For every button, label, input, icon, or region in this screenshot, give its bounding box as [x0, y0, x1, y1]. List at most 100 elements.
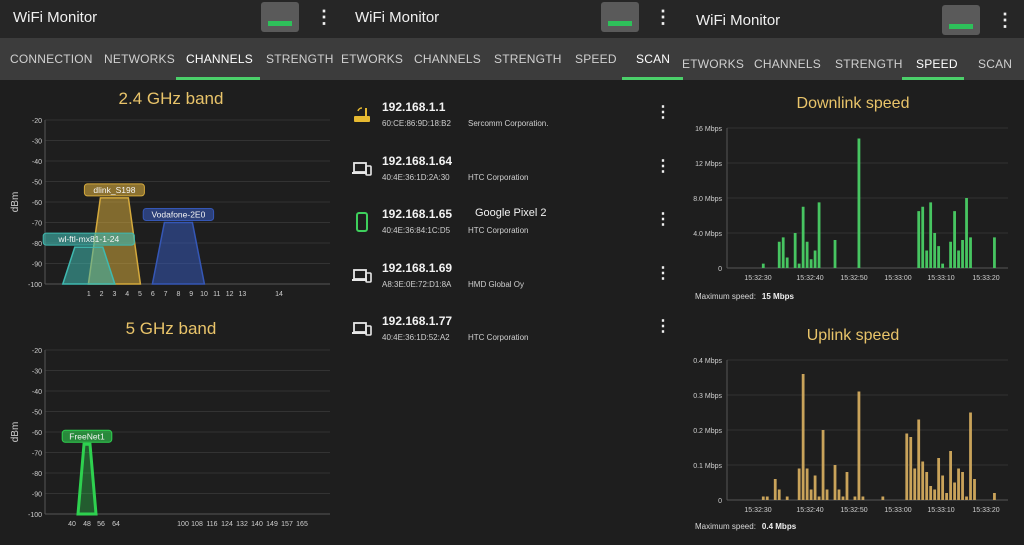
- speed-bar: [797, 468, 801, 500]
- speed-bar: [781, 237, 785, 268]
- device-vendor: HTC Corporation: [468, 172, 529, 182]
- overflow-menu-icon[interactable]: ⋮: [996, 9, 1014, 31]
- device-mac: A8:3E:0E:72:D1:8A: [382, 279, 452, 289]
- row-menu-icon[interactable]: ⋮: [655, 316, 671, 336]
- b5-xtick: 56: [97, 521, 105, 528]
- tab-channels[interactable]: CHANNELS: [754, 57, 821, 71]
- speed-bar: [953, 482, 956, 500]
- network-label: wl-ftl-mx81-1-24: [57, 234, 119, 244]
- scan-screen: WiFi Monitor ⋮ ETWORKS CHANNELS STRENGTH…: [342, 0, 683, 545]
- speed-bar: [969, 412, 972, 500]
- speed-bar: [957, 250, 960, 268]
- signal-indicator-button[interactable]: [261, 2, 299, 32]
- speed-bar: [965, 496, 968, 500]
- speed-xtick: 15:32:30: [744, 275, 771, 282]
- row-menu-icon[interactable]: ⋮: [655, 209, 671, 229]
- device-row[interactable]: 192.168.1.1 60:CE:86:9D:18:B2 Sercomm Corp…: [342, 100, 683, 152]
- device-ip: 192.168.1.65: [382, 207, 453, 221]
- speed-xtick: 15:33:20: [972, 275, 999, 282]
- speed-bar: [937, 458, 941, 500]
- speed-ytick: 0.4 Mbps: [693, 358, 722, 365]
- tab-networks[interactable]: ETWORKS: [683, 57, 744, 71]
- speed-ytick: 0.2 Mbps: [693, 428, 722, 435]
- tab-speed[interactable]: SPEED: [575, 52, 617, 66]
- network-label: FreeNet1: [69, 431, 105, 441]
- b24-ytick: -90: [32, 262, 42, 269]
- b5-ytick: -40: [32, 389, 42, 396]
- tab-channels[interactable]: CHANNELS: [186, 52, 253, 66]
- tab-strength[interactable]: STRENGTH: [494, 52, 562, 66]
- b5-xtick: 149: [266, 521, 278, 528]
- speed-bar: [933, 233, 937, 268]
- device-row[interactable]: 192.168.1.65 Google Pixel 2 40:4E:36:84:1C…: [342, 207, 683, 259]
- speed-bar: [817, 202, 821, 268]
- speed-bar: [961, 472, 964, 500]
- app-bar: WiFi Monitor ⋮: [342, 0, 683, 38]
- speed-bar: [809, 259, 813, 268]
- b24-xtick: 14: [275, 291, 283, 298]
- speed-bar: [917, 211, 921, 268]
- speed-bar: [785, 496, 789, 500]
- tab-scan[interactable]: SCAN: [636, 52, 670, 66]
- signal-indicator-button[interactable]: [601, 2, 639, 32]
- speed-bar: [949, 241, 952, 268]
- b24-xtick: 3: [112, 291, 116, 298]
- tab-connection[interactable]: CONNECTION: [10, 52, 93, 66]
- b5-ytick: -30: [32, 369, 42, 376]
- speed-bar: [921, 461, 925, 500]
- speed-xtick: 15:32:50: [840, 275, 867, 282]
- active-tab-indicator: [622, 77, 683, 80]
- speed-bar: [945, 493, 949, 500]
- device-ip: 192.168.1.77: [382, 314, 453, 328]
- device-row[interactable]: 192.168.1.77 40:4E:36:1D:52:A2 HTC Corpora…: [342, 314, 683, 366]
- speed-bar: [969, 237, 972, 268]
- devices-icon: [352, 159, 372, 179]
- speed-bar: [853, 496, 857, 500]
- uplink-max-speed: Maximum speed: 0.4 Mbps: [695, 522, 797, 531]
- speed-bar: [953, 211, 956, 268]
- speed-bar: [809, 489, 813, 500]
- b24-band-title: 2.4 GHz band: [119, 89, 224, 108]
- speed-xtick: 15:33:10: [927, 507, 954, 514]
- tab-strength[interactable]: STRENGTH: [266, 52, 334, 66]
- speed-bar: [805, 241, 809, 268]
- speed-bar: [761, 263, 765, 268]
- b5-ylabel: dBm: [10, 422, 21, 443]
- speed-bar: [917, 419, 921, 500]
- b5-xtick: 108: [191, 521, 203, 528]
- tab-channels[interactable]: CHANNELS: [414, 52, 481, 66]
- tab-scan[interactable]: SCAN: [978, 57, 1012, 71]
- speed-charts: Downlink speed 16 Mbps 12 Mbps 8.0 Mbps 4.0 …: [693, 95, 1008, 514]
- b24-ytick: -20: [32, 118, 42, 125]
- b24-xtick: 11: [213, 291, 220, 298]
- device-vendor: HTC Corporation: [468, 226, 529, 235]
- speed-bar: [801, 374, 805, 500]
- b5-xtick: 140: [251, 521, 263, 528]
- tab-strength[interactable]: STRENGTH: [835, 57, 903, 71]
- row-menu-icon[interactable]: ⋮: [655, 263, 671, 283]
- row-menu-icon[interactable]: ⋮: [655, 102, 671, 122]
- b24-xtick: 6: [151, 291, 155, 298]
- speed-bar: [961, 240, 964, 268]
- speed-bar: [797, 263, 801, 268]
- b5-ytick: -60: [32, 430, 42, 437]
- tab-speed[interactable]: SPEED: [916, 57, 958, 71]
- device-row[interactable]: 192.168.1.64 40:4E:36:1D:2A:30 HTC Corpora…: [342, 154, 683, 206]
- b24-ytick: -40: [32, 159, 42, 166]
- tab-networks[interactable]: ETWORKS: [342, 52, 403, 66]
- speed-bar: [913, 468, 917, 500]
- b24-xtick: 8: [176, 291, 180, 298]
- b5-xtick: 165: [296, 521, 308, 528]
- device-ip: 192.168.1.1: [382, 100, 446, 114]
- overflow-menu-icon[interactable]: ⋮: [654, 6, 672, 28]
- channels-charts: 2.4 GHz band dBm -20 -30 -40 -50 -60 -70 -80 -90 -…: [10, 89, 330, 528]
- b24-xtick: 2: [100, 291, 104, 298]
- speed-bar: [801, 206, 805, 268]
- tab-networks[interactable]: NETWORKS: [104, 52, 175, 66]
- signal-indicator-button[interactable]: [942, 5, 980, 35]
- row-menu-icon[interactable]: ⋮: [655, 156, 671, 176]
- overflow-menu-icon[interactable]: ⋮: [315, 6, 333, 28]
- tab-bar: ETWORKS CHANNELS STRENGTH SPEED SCAN: [683, 38, 1024, 80]
- speed-xtick: 15:32:50: [840, 507, 867, 514]
- device-row[interactable]: 192.168.1.69 A8:3E:0E:72:D1:8A HMD Global …: [342, 261, 683, 313]
